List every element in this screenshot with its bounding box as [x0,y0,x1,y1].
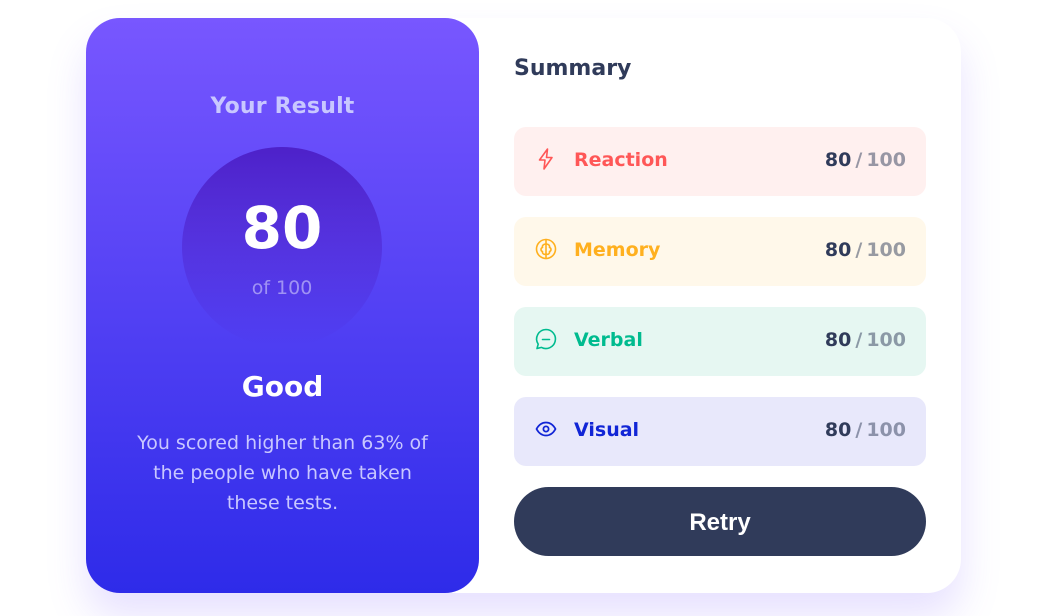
summary-item-verbal: Verbal 80/100 [514,307,926,376]
summary-item-label: Visual [574,419,640,441]
summary-item-visual: Visual 80/100 [514,397,926,466]
item-score-value: 80 [824,239,852,261]
item-score-value: 80 [824,419,852,441]
rating-label: Good [241,370,324,403]
result-panel: Your Result 80 of 100 Good You scored hi… [86,18,479,593]
score-circle: 80 of 100 [182,147,382,347]
summary-item-score: 80/100 [825,149,906,171]
results-card: Your Result 80 of 100 Good You scored hi… [86,18,961,593]
score-total: of 100 [251,277,313,299]
retry-button[interactable]: Retry [514,487,926,556]
item-score-separator: / [855,239,863,261]
item-score-separator: / [855,149,863,171]
result-heading: Your Result [210,94,355,119]
summary-title: Summary [514,56,632,81]
item-score-total: 100 [866,329,906,351]
item-score-total: 100 [866,149,906,171]
score-value: 80 [241,194,323,262]
item-score-separator: / [855,419,863,441]
summary-item-score: 80/100 [825,419,906,441]
chat-bubble-icon [535,328,557,350]
summary-item-label: Reaction [574,149,668,171]
item-score-separator: / [855,329,863,351]
item-score-total: 100 [866,419,906,441]
lightning-icon [538,148,553,170]
brain-icon [535,238,557,260]
summary-item-score: 80/100 [825,239,906,261]
item-score-total: 100 [866,239,906,261]
summary-item-label: Memory [574,239,661,261]
item-score-value: 80 [824,329,852,351]
summary-item-reaction: Reaction 80/100 [514,127,926,196]
item-score-value: 80 [824,149,852,171]
summary-item-label: Verbal [574,329,643,351]
summary-item-score: 80/100 [825,329,906,351]
result-description: You scored higher than 63% of the people… [137,432,428,514]
eye-icon [535,421,557,437]
summary-item-memory: Memory 80/100 [514,217,926,286]
